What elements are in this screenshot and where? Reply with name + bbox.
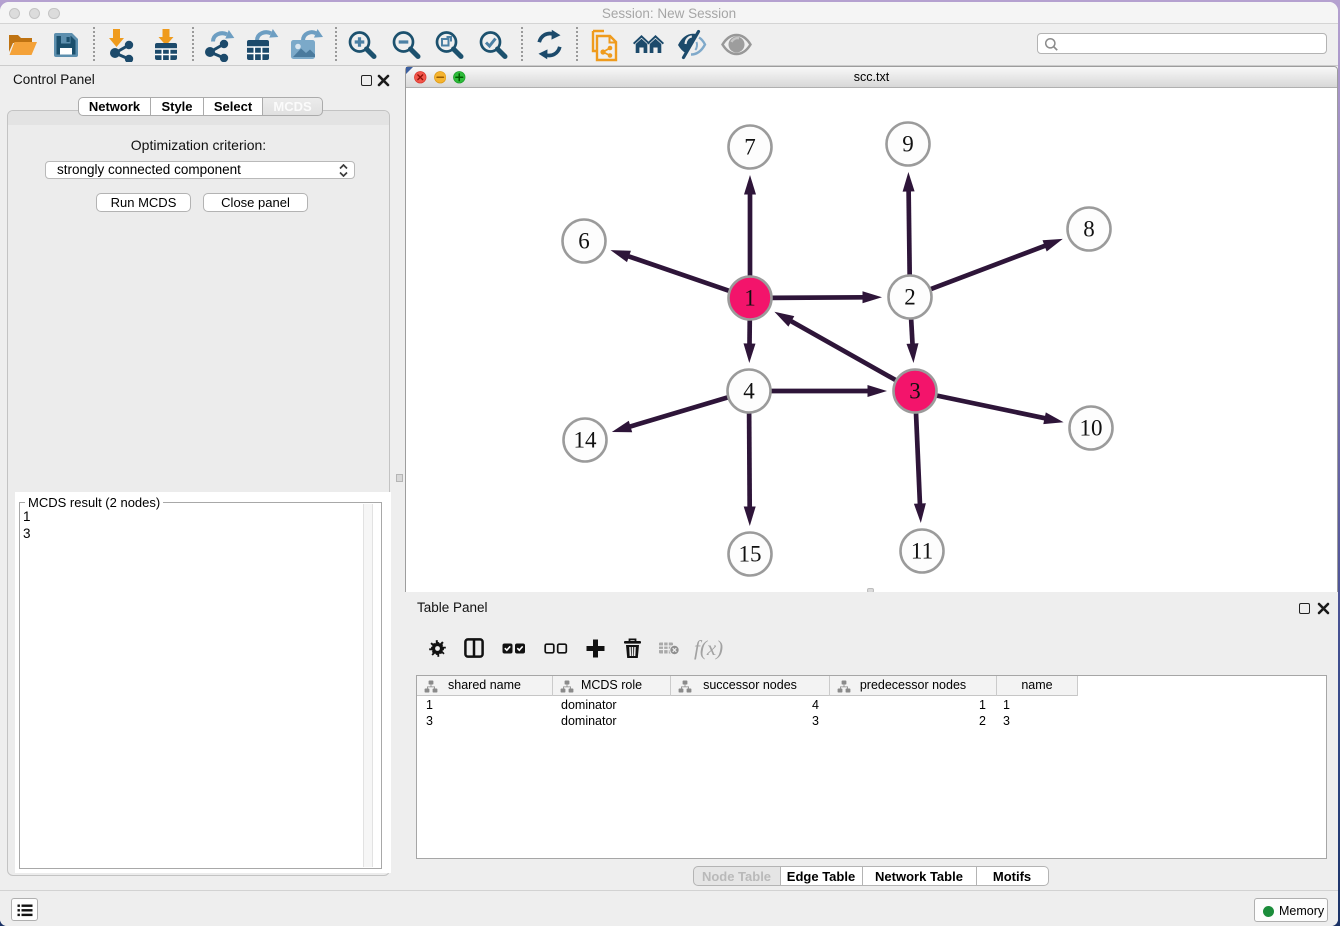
svg-text:1: 1 (744, 286, 756, 311)
svg-text:2: 2 (904, 285, 916, 310)
svg-text:3: 3 (909, 379, 921, 404)
svg-text:7: 7 (744, 135, 756, 160)
svg-text:15: 15 (739, 542, 762, 567)
svg-text:14: 14 (574, 428, 598, 453)
svg-text:8: 8 (1083, 217, 1095, 242)
svg-text:4: 4 (743, 379, 755, 404)
svg-text:6: 6 (578, 229, 590, 254)
svg-text:11: 11 (911, 539, 933, 564)
svg-text:9: 9 (902, 132, 914, 157)
svg-text:10: 10 (1080, 416, 1103, 441)
